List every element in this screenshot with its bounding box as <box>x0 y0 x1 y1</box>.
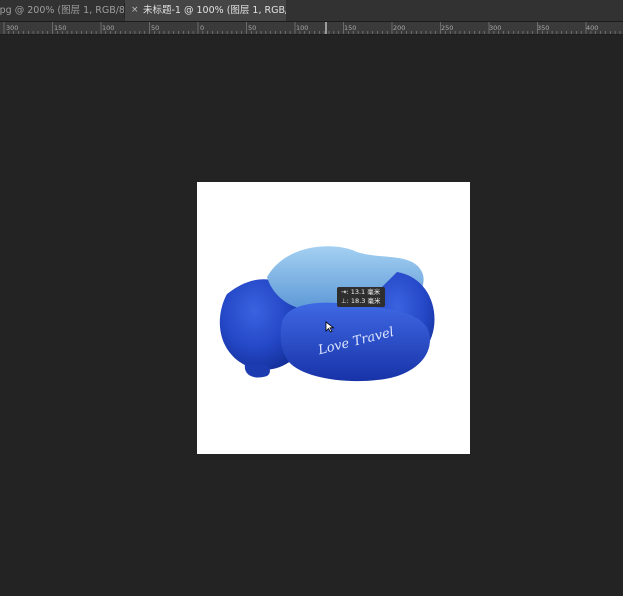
ruler-label: 300 <box>489 24 501 32</box>
measurement-tooltip: ⇥: 13.1 毫米 ⊥: 18.3 毫米 <box>337 287 385 307</box>
ruler-label: 300 <box>6 24 18 32</box>
ruler-label: 150 <box>54 24 66 32</box>
close-icon[interactable]: × <box>131 0 139 21</box>
tab-document-1[interactable]: jpg @ 200% (图层 1, RGB/8#) * <box>0 0 124 21</box>
ruler-label: 50 <box>151 24 159 32</box>
ruler-label: 150 <box>344 24 356 32</box>
move-cursor-icon <box>325 318 335 337</box>
ruler-label: 100 <box>102 24 114 32</box>
ruler-label: 350 <box>537 24 549 32</box>
ruler-label: 100 <box>296 24 308 32</box>
horizontal-ruler[interactable]: 300 150 100 50 0 50 100 150 200 250 300 350 400 <box>0 22 623 35</box>
tab-document-2[interactable]: × 未标题-1 @ 100% (图层 1, RGB/8) * <box>125 0 286 21</box>
tab-document-2-label: 未标题-1 @ 100% (图层 1, RGB/8) * <box>143 5 286 16</box>
ruler-label: 50 <box>248 24 256 32</box>
tab-document-1-label: jpg @ 200% (图层 1, RGB/8#) * <box>0 5 124 16</box>
tooltip-line-1: ⇥: 13.1 毫米 <box>341 288 381 296</box>
ruler-label: 200 <box>393 24 405 32</box>
ruler-ticks: 300 150 100 50 0 50 100 150 200 250 300 350 400 <box>3 22 621 34</box>
ruler-label: 250 <box>441 24 453 32</box>
document-tab-bar: jpg @ 200% (图层 1, RGB/8#) * × 未标题-1 @ 10… <box>0 0 623 22</box>
tooltip-line-2: ⊥: 18.3 毫米 <box>341 297 381 305</box>
ruler-label: 0 <box>200 24 204 32</box>
ruler-label: 400 <box>586 24 598 32</box>
